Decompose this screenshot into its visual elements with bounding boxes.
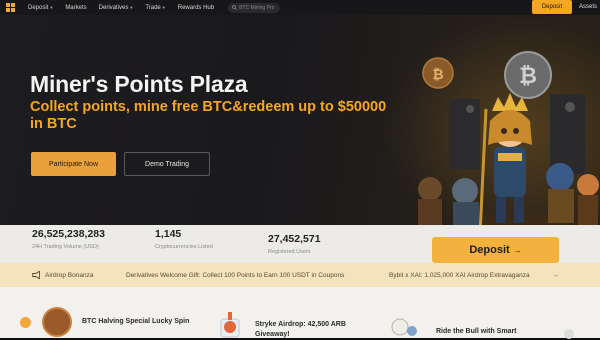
nav-markets-label: Markets	[65, 4, 87, 11]
ticker-label: Airdrop Bonanza	[45, 272, 94, 279]
stat-label: 24H Trading Volume (USD)	[32, 244, 99, 250]
hero-subtitle: Collect points, mine free BTC&redeem up …	[30, 99, 387, 132]
promo-title[interactable]: Ride the Bull with Smart	[436, 327, 517, 337]
nav-trade[interactable]: Trade ▼	[145, 5, 165, 11]
demo-trading-button[interactable]: Demo Trading	[124, 152, 210, 176]
ticker-item-xai-airdrop[interactable]: Bybit x XAI: 1,025,000 XAI Airdrop Extra…	[389, 272, 530, 279]
arrow-right-icon: →	[513, 245, 522, 255]
nav-rewards-hub-label: Rewards Hub	[177, 4, 215, 11]
promo-title[interactable]: BTC Halving Special Lucky Spin	[82, 317, 189, 327]
stat-label: Registered Users	[268, 249, 311, 255]
app-grid-logo-icon[interactable]	[6, 2, 20, 13]
nav-derivatives-label: Derivatives	[98, 4, 129, 11]
stat-trading-volume: 26,525,238,283 24H Trading Volume (USD)	[32, 228, 105, 250]
header-deposit-button[interactable]: Deposit	[532, 0, 572, 14]
nav-markets[interactable]: Markets	[65, 5, 86, 11]
nav-trade-label: Trade	[145, 4, 161, 11]
search-icon	[232, 5, 238, 10]
nav-rewards-hub[interactable]: Rewards Hub	[178, 5, 214, 11]
search-input[interactable]: BTC Mining Pro	[228, 2, 281, 13]
ticker-item-derivatives-gift[interactable]: Derivatives Welcome Gift: Collect 100 Po…	[126, 272, 344, 279]
stat-registered-users: 27,452,571 Registered Users	[268, 233, 321, 255]
stat-value: 27,452,571	[268, 233, 321, 245]
deposit-button-label: Deposit	[469, 244, 510, 256]
promo-title[interactable]: Stryke Airdrop: 42,500 ARB Giveaway!	[255, 320, 375, 340]
promotions-carousel: BTC Halving Special Lucky Spin Stryke Ai…	[0, 287, 600, 340]
announcement-ticker: Airdrop Bonanza Derivatives Welcome Gift…	[0, 263, 600, 287]
chevron-down-icon: ▼	[49, 5, 54, 10]
nav-deposit[interactable]: Deposit ▼	[28, 5, 53, 11]
stats-bar: 26,525,238,283 24H Trading Volume (USD) …	[0, 225, 600, 263]
svg-text:₿: ₿	[519, 63, 537, 88]
chevron-down-icon: ▼	[161, 5, 166, 10]
bitcoin-coin-icon	[42, 307, 72, 337]
chevron-down-icon: ▼	[129, 5, 134, 10]
bull-robot-icon	[391, 318, 417, 336]
megaphone-icon	[32, 271, 40, 279]
miner-characters-illustration: ₿ ₿	[418, 51, 599, 225]
nav-derivatives[interactable]: Derivatives ▼	[99, 5, 134, 11]
arrow-right-icon[interactable]: →	[552, 272, 559, 279]
nav-deposit-label: Deposit	[28, 4, 49, 11]
svg-text:₿: ₿	[432, 66, 443, 82]
hero-title: Miner's Points Plaza	[30, 71, 248, 97]
gift-box-icon	[220, 312, 240, 338]
stat-value: 26,525,238,283	[32, 228, 105, 240]
stat-cryptocurrencies: 1,145 Cryptocurrencies Listed	[155, 228, 213, 250]
stat-label: Cryptocurrencies Listed	[155, 244, 213, 250]
stat-value: 1,145	[155, 228, 182, 240]
deposit-button[interactable]: Deposit →	[432, 237, 559, 263]
search-placeholder: BTC Mining Pro	[239, 4, 275, 11]
assets-link[interactable]: Assets	[579, 4, 597, 10]
carousel-prev-icon[interactable]	[20, 317, 31, 328]
participate-now-button[interactable]: Participate Now	[31, 152, 116, 176]
hero-banner: Miner's Points Plaza Collect points, min…	[0, 15, 600, 225]
top-navigation-bar: Deposit ▼ Markets Derivatives ▼ Trade ▼ Rew…	[0, 0, 600, 15]
main-nav: Deposit ▼ Markets Derivatives ▼ Trade ▼ Rew…	[28, 2, 281, 13]
